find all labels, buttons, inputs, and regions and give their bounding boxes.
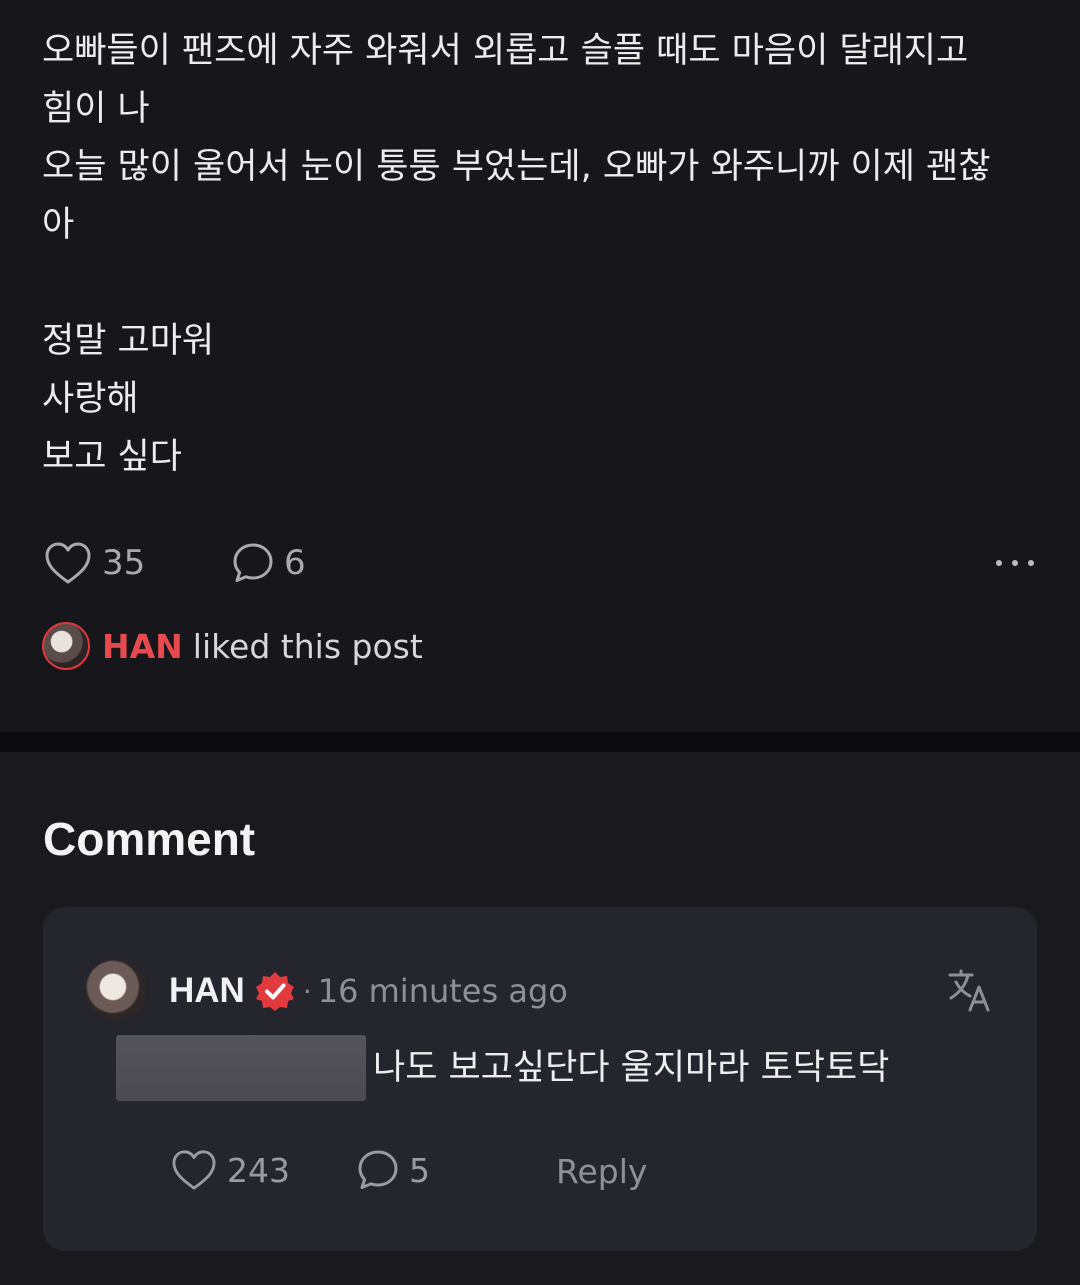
comment-card: HAN · 16 minutes ago 나도 보고싶단다 울지마라 토닥토닥 <box>43 907 1037 1251</box>
reply-button[interactable]: Reply <box>556 1145 647 1197</box>
liked-by-row: HAN liked this post <box>42 622 423 670</box>
comment-icon <box>358 1150 398 1189</box>
like-count: 35 <box>102 543 146 583</box>
comment-author[interactable]: HAN <box>169 971 245 1011</box>
more-options-button[interactable] <box>996 538 1034 588</box>
heart-icon <box>45 542 91 584</box>
comment-time: 16 minutes ago <box>317 972 568 1010</box>
post-line: 아 <box>42 205 75 245</box>
post-body: 오빠들이 팬즈에 자주 와줘서 외롭고 슬플 때도 마음이 달래지고 힘이 나 … <box>42 22 1042 486</box>
like-button[interactable]: 35 <box>44 538 145 588</box>
post-line: 보고 싶다 <box>42 437 182 477</box>
post-line: 오늘 많이 울어서 눈이 퉁퉁 부었는데, 오빠가 와주니까 이제 괜찮 <box>42 147 991 187</box>
post-line: 힘이 나 <box>42 89 150 129</box>
separator-dot: · <box>302 974 312 1008</box>
more-icon <box>1028 560 1034 566</box>
post-actions: 35 6 <box>44 538 1034 588</box>
verified-badge-icon <box>255 972 294 1011</box>
post-line: 사랑해 <box>42 379 139 419</box>
liked-by-suffix: liked this post <box>192 626 423 666</box>
post-line-break <box>42 254 1042 312</box>
more-icon <box>996 560 1002 566</box>
comment-count: 6 <box>284 543 306 583</box>
heart-icon <box>172 1150 216 1190</box>
comment-actions: 243 5 Reply <box>171 1145 771 1197</box>
liked-by-name[interactable]: HAN <box>102 627 183 666</box>
more-icon <box>1012 560 1018 566</box>
translate-icon[interactable] <box>947 967 993 1013</box>
comment-reply-count: 5 <box>409 1150 430 1190</box>
comment-like-button[interactable]: 243 <box>171 1145 290 1195</box>
comment-header: HAN · 16 minutes ago <box>169 965 568 1017</box>
comment-text: 나도 보고싶단다 울지마라 토닥토닥 <box>373 1048 890 1088</box>
post-line: 오빠들이 팬즈에 자주 와줘서 외롭고 슬플 때도 마음이 달래지고 <box>42 31 969 71</box>
comment-button[interactable]: 6 <box>232 538 306 588</box>
section-divider <box>0 732 1080 752</box>
comment-like-count: 243 <box>227 1150 290 1190</box>
avatar[interactable] <box>85 959 147 1021</box>
avatar[interactable] <box>42 622 90 670</box>
comments-heading: Comment <box>43 813 256 865</box>
comments-section: Comment HAN · 16 minutes ago 나도 보고싶단다 울지… <box>0 752 1080 1285</box>
post-line: 정말 고마워 <box>42 321 215 361</box>
comment-icon <box>233 543 273 582</box>
post: 오빠들이 팬즈에 자주 와줘서 외롭고 슬플 때도 마음이 달래지고 힘이 나 … <box>0 0 1080 732</box>
comment-replies-button[interactable]: 5 <box>357 1145 430 1195</box>
redacted-mention <box>116 1035 366 1101</box>
